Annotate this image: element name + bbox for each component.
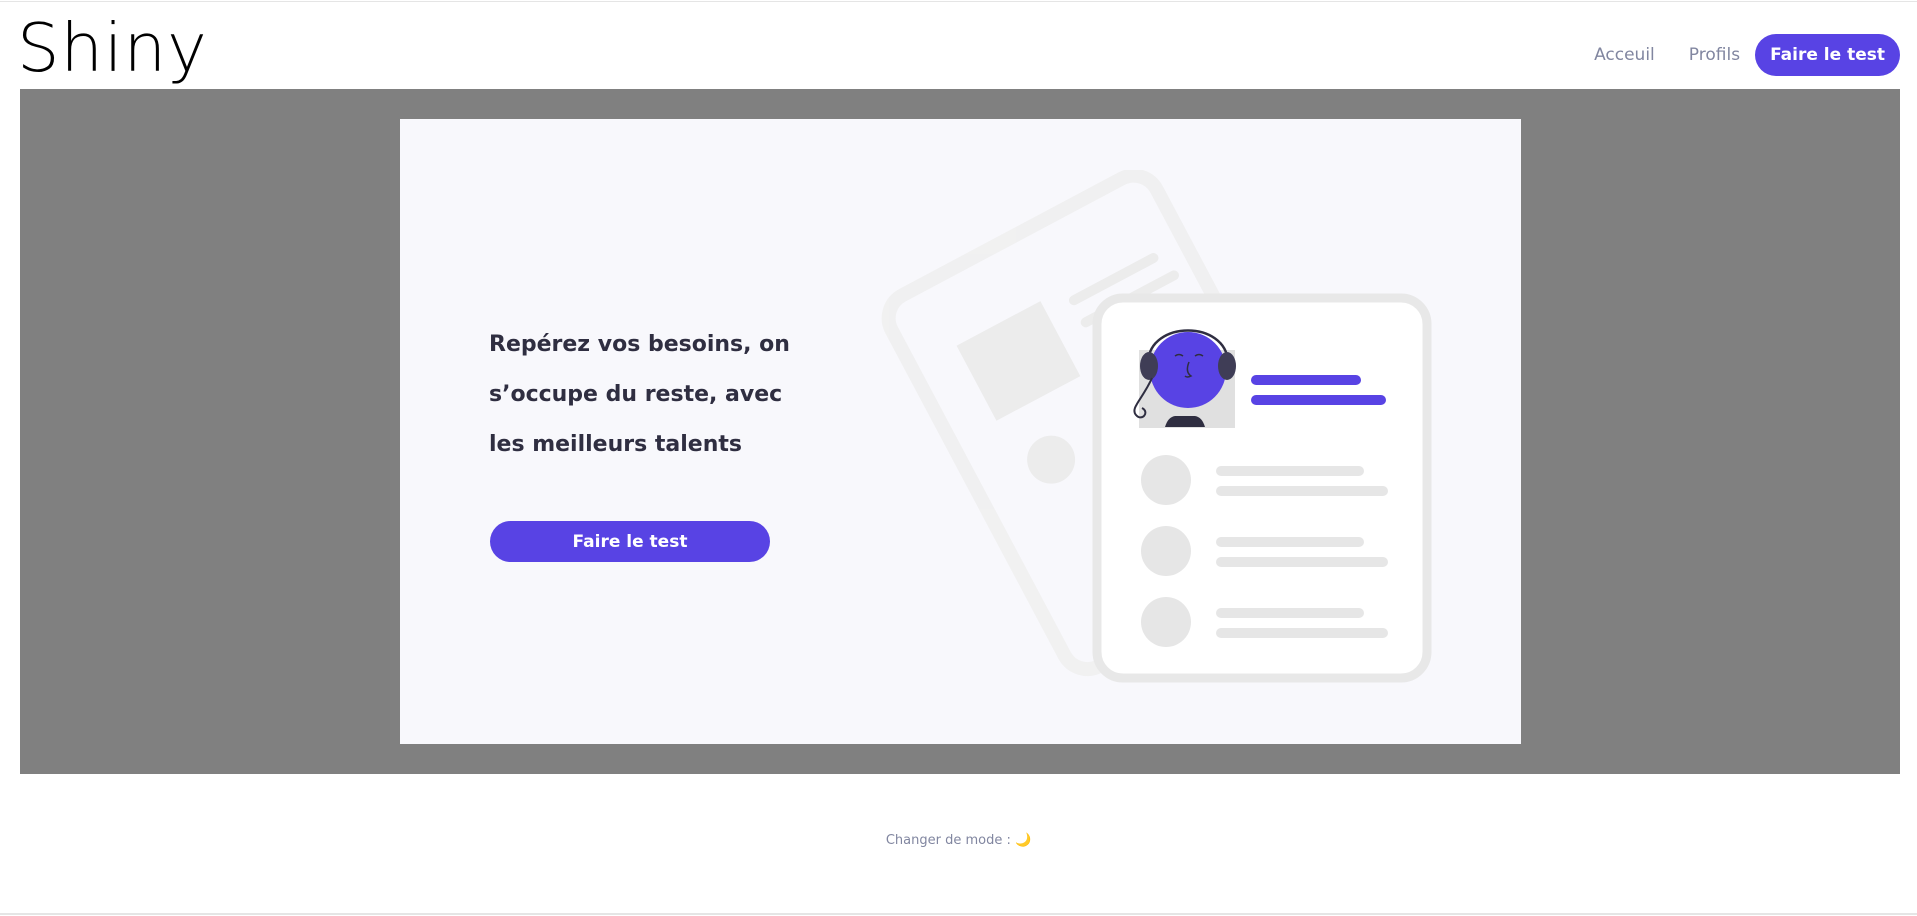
headline-line-3: les meilleurs talents xyxy=(489,432,742,457)
shiny-logo[interactable]: Shiny xyxy=(17,6,208,90)
headline-line-1: Repérez vos besoins, on xyxy=(489,332,790,357)
moon-icon: 🌙 xyxy=(1014,833,1032,848)
nav-take-test-button[interactable]: Faire le test xyxy=(1755,34,1900,76)
hero-take-test-button[interactable]: Faire le test xyxy=(490,521,770,562)
nav-link-home[interactable]: Acceuil xyxy=(1577,45,1672,65)
theme-toggle[interactable]: Changer de mode : 🌙 xyxy=(0,833,1917,848)
theme-toggle-label: Changer de mode : xyxy=(885,833,1015,848)
main-nav: Acceuil Profils Faire le test xyxy=(1577,34,1900,76)
nav-link-profiles[interactable]: Profils xyxy=(1672,45,1757,65)
top-border xyxy=(0,1,1917,2)
headline-line-2: s’occupe du reste, avec xyxy=(489,382,783,407)
bottom-border xyxy=(0,913,1917,915)
hero-headline: Repérez vos besoins, on s’occupe du rest… xyxy=(489,320,819,470)
profile-card-illustration xyxy=(881,170,1432,683)
